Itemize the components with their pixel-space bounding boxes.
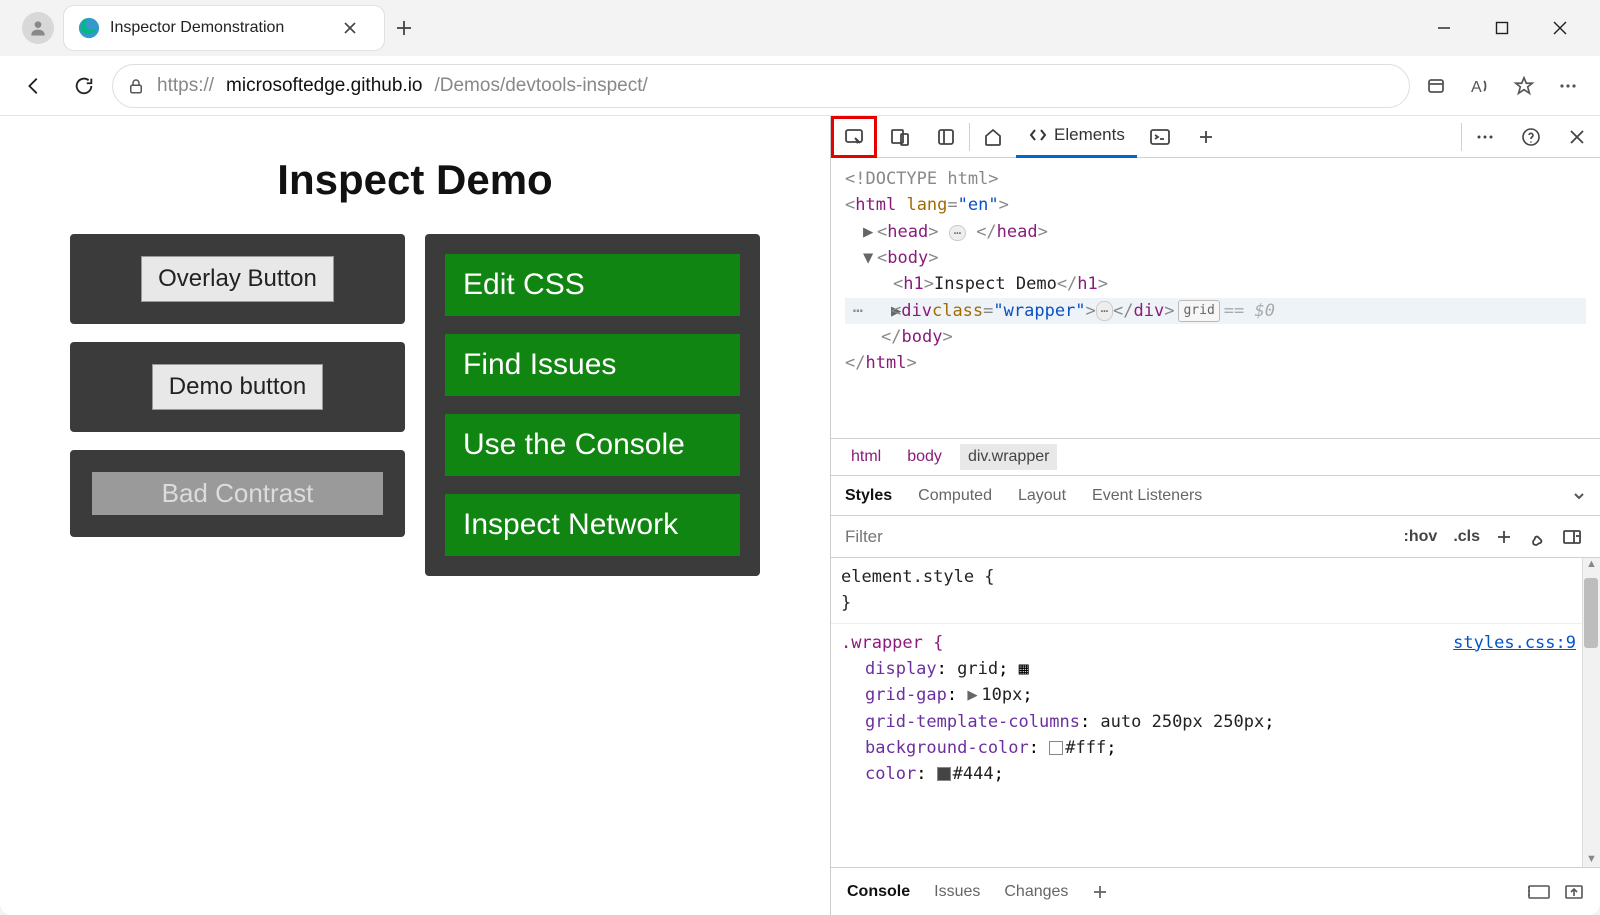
- more-tabs-icon[interactable]: [1183, 116, 1229, 158]
- minimize-button[interactable]: [1418, 8, 1470, 48]
- more-menu-icon[interactable]: [1548, 66, 1588, 106]
- welcome-tab-icon[interactable]: [970, 116, 1016, 158]
- wrapper-rule-selector[interactable]: .wrapper {: [841, 633, 943, 653]
- dom-breadcrumb: html body div.wrapper: [831, 438, 1600, 476]
- new-style-rule-icon[interactable]: [1488, 529, 1520, 545]
- url-host: microsoftedge.github.io: [226, 75, 422, 97]
- crumb-body[interactable]: body: [899, 444, 950, 470]
- subtab-styles[interactable]: Styles: [845, 487, 892, 505]
- url-scheme: https://: [157, 75, 214, 97]
- devtools-panel: Elements <!DOCTYPE html> <html lang="en"…: [830, 116, 1600, 915]
- url-path: /Demos/devtools-inspect/: [434, 75, 647, 97]
- link-edit-css[interactable]: Edit CSS: [445, 254, 740, 316]
- dock-side-icon[interactable]: [1528, 884, 1550, 900]
- dom-body: body: [887, 248, 928, 268]
- link-inspect-network[interactable]: Inspect Network: [445, 494, 740, 556]
- crumb-html[interactable]: html: [843, 444, 889, 470]
- edge-favicon: [78, 17, 100, 39]
- page-heading: Inspect Demo: [20, 156, 810, 204]
- url-field[interactable]: https:// microsoftedge.github.io/Demos/de…: [112, 64, 1410, 108]
- activity-bar-icon[interactable]: [923, 116, 969, 158]
- drawer-more-icon[interactable]: [1092, 884, 1108, 900]
- subtab-event-listeners[interactable]: Event Listeners: [1092, 487, 1202, 505]
- expand-drawer-icon[interactable]: [1564, 884, 1584, 900]
- styles-panel[interactable]: element.style { } .wrapper { styles.css:…: [831, 558, 1600, 867]
- svg-text:A: A: [1471, 79, 1482, 96]
- row-actions-icon[interactable]: ⋯: [845, 298, 871, 324]
- demo-button[interactable]: Demo button: [152, 364, 323, 410]
- devtools-drawer: Console Issues Changes: [831, 867, 1600, 915]
- tab-title: Inspector Demonstration: [110, 19, 320, 37]
- styles-filter-input[interactable]: [841, 527, 1396, 547]
- lock-icon: [127, 77, 145, 95]
- element-style-selector[interactable]: element.style {: [841, 567, 995, 587]
- elements-tab-label: Elements: [1054, 125, 1125, 145]
- window-controls: [1418, 8, 1592, 48]
- drawer-issues-tab[interactable]: Issues: [934, 883, 980, 901]
- dom-html: html: [855, 195, 896, 215]
- inspect-element-icon[interactable]: [831, 116, 877, 158]
- overlay-button[interactable]: Overlay Button: [141, 256, 334, 302]
- link-use-console[interactable]: Use the Console: [445, 414, 740, 476]
- app-icon[interactable]: [1416, 66, 1456, 106]
- styles-subtabs: Styles Computed Layout Event Listeners: [831, 476, 1600, 516]
- drawer-changes-tab[interactable]: Changes: [1004, 883, 1068, 901]
- rendered-page: Inspect Demo Overlay Button Demo button …: [0, 116, 830, 915]
- dom-tree[interactable]: <!DOCTYPE html> <html lang="en"> ▶<head>…: [831, 158, 1600, 438]
- browser-tab[interactable]: Inspector Demonstration: [64, 6, 384, 50]
- devtools-toolbar: Elements: [831, 116, 1600, 158]
- demo-card: Demo button: [70, 342, 405, 432]
- drawer-console-tab[interactable]: Console: [847, 883, 910, 901]
- content-area: Inspect Demo Overlay Button Demo button …: [0, 116, 1600, 915]
- close-devtools-icon[interactable]: [1554, 116, 1600, 158]
- dom-selected-row[interactable]: ⋯ ▶<div class="wrapper"> ⋯ </div> grid =…: [845, 298, 1586, 324]
- address-bar: https:// microsoftedge.github.io/Demos/de…: [0, 56, 1600, 116]
- styles-scrollbar[interactable]: ▲ ▼: [1582, 558, 1600, 867]
- titlebar: Inspector Demonstration: [0, 0, 1600, 56]
- browser-window: Inspector Demonstration https:// microsof…: [0, 0, 1600, 915]
- new-tab-button[interactable]: [384, 8, 424, 48]
- dom-head: head: [887, 222, 928, 242]
- refresh-button[interactable]: [62, 64, 106, 108]
- close-window-button[interactable]: [1534, 8, 1586, 48]
- subtab-layout[interactable]: Layout: [1018, 487, 1066, 505]
- elements-tab[interactable]: Elements: [1016, 116, 1137, 158]
- brush-icon[interactable]: [1520, 528, 1554, 546]
- selected-ref: == $0: [1224, 298, 1275, 324]
- computed-toggle-icon[interactable]: [1554, 529, 1590, 545]
- overlay-card: Overlay Button: [70, 234, 405, 324]
- crumb-wrapper[interactable]: div.wrapper: [960, 444, 1058, 470]
- device-emulation-icon[interactable]: [877, 116, 923, 158]
- console-tab-icon[interactable]: [1137, 116, 1183, 158]
- subtabs-overflow-icon[interactable]: [1572, 489, 1586, 503]
- styles-toolbar: :hov .cls: [831, 516, 1600, 558]
- bad-contrast-label: Bad Contrast: [92, 472, 383, 515]
- grid-badge[interactable]: grid: [1178, 300, 1219, 322]
- links-card: Edit CSS Find Issues Use the Console Ins…: [425, 234, 760, 576]
- subtab-computed[interactable]: Computed: [918, 487, 992, 505]
- rule-source-link[interactable]: styles.css:9: [1453, 630, 1576, 656]
- bad-contrast-card: Bad Contrast: [70, 450, 405, 537]
- dom-doctype: <!DOCTYPE html>: [845, 169, 999, 189]
- grid-editor-icon[interactable]: ▦: [1019, 659, 1029, 679]
- hov-toggle[interactable]: :hov: [1396, 528, 1446, 546]
- favorites-icon[interactable]: [1504, 66, 1544, 106]
- link-find-issues[interactable]: Find Issues: [445, 334, 740, 396]
- back-button[interactable]: [12, 64, 56, 108]
- cls-toggle[interactable]: .cls: [1445, 528, 1488, 546]
- profile-avatar[interactable]: [22, 12, 54, 44]
- devtools-more-icon[interactable]: [1462, 116, 1508, 158]
- maximize-button[interactable]: [1476, 8, 1528, 48]
- help-icon[interactable]: [1508, 116, 1554, 158]
- read-aloud-icon[interactable]: A: [1460, 66, 1500, 106]
- tab-close-button[interactable]: [330, 8, 370, 48]
